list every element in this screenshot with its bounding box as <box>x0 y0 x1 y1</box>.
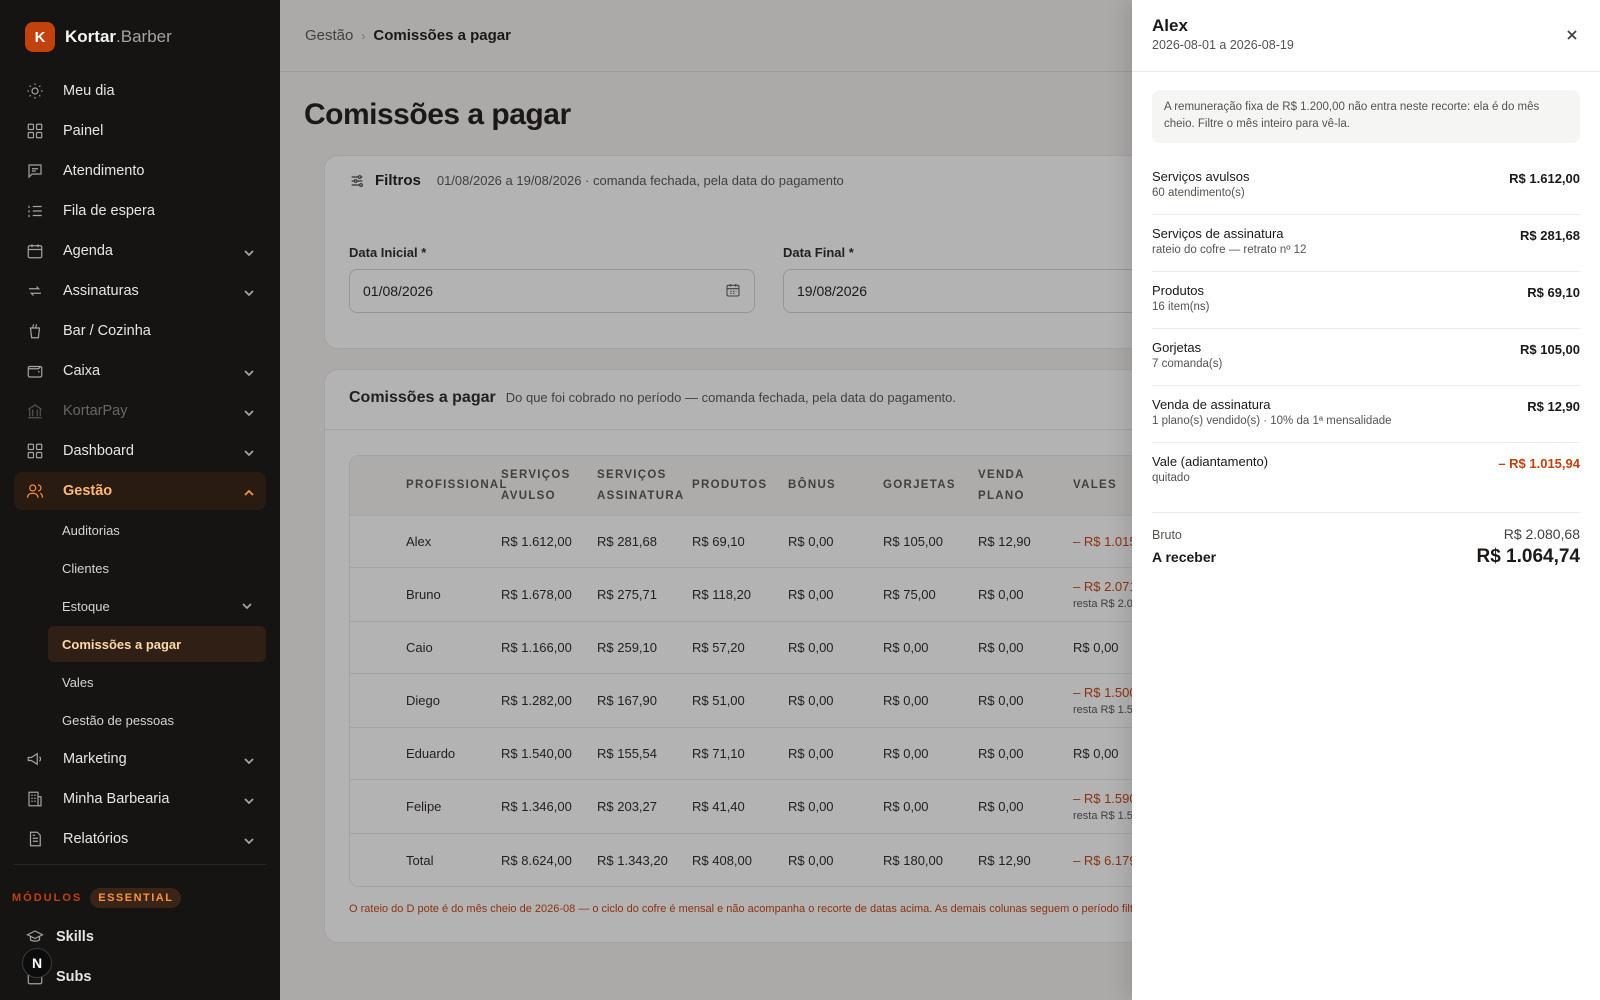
sidebar-item-relatorios[interactable]: Relatórios <box>14 820 266 858</box>
users-icon <box>26 482 44 500</box>
sidebar-item-kortarpay[interactable]: KortarPay <box>14 392 266 430</box>
brand-name: Kortar.Barber <box>65 27 172 46</box>
a-receber-row: A receber R$ 1.064,74 <box>1152 546 1580 567</box>
plan-badge: ESSENTIAL <box>90 888 182 908</box>
n-logo-icon[interactable]: N <box>22 948 52 978</box>
drawer-totals: Bruto R$ 2.080,68 A receber R$ 1.064,74 <box>1152 512 1580 568</box>
submenu-item-gestao-de-pessoas[interactable]: Gestão de pessoas <box>48 702 266 738</box>
sidebar-item-agenda[interactable]: Agenda <box>14 232 266 270</box>
sidebar-item-meu-dia[interactable]: Meu dia <box>14 72 266 110</box>
chevron-down-icon[interactable] <box>244 446 254 457</box>
sidebar-item-caixa[interactable]: Caixa <box>14 352 266 390</box>
graduation-cap-icon <box>26 930 44 942</box>
brand-logo: K <box>25 22 55 52</box>
sidebar-nav: Meu dia Painel Atendimento Fila de esper… <box>14 72 266 871</box>
bruto-row: Bruto R$ 2.080,68 <box>1152 526 1580 542</box>
close-icon[interactable] <box>1564 27 1580 43</box>
submenu-item-auditorias[interactable]: Auditorias <box>48 512 266 548</box>
list-item: Gorjetas 7 comanda(s) R$ 105,00 <box>1152 329 1580 386</box>
gestao-submenu: Auditorias Clientes Estoque Comissões a … <box>48 512 266 738</box>
sidebar-item-minha-barbearia[interactable]: Minha Barbearia <box>14 780 266 818</box>
megaphone-icon <box>26 750 44 768</box>
drawer-breakdown-list: Serviços avulsos 60 atendimento(s) R$ 1.6… <box>1152 158 1580 500</box>
list-item: Produtos 16 item(ns) R$ 69,10 <box>1152 272 1580 329</box>
chevron-down-icon[interactable] <box>244 834 254 845</box>
drawer-header: Alex 2026-08-01 a 2026-08-19 <box>1132 0 1600 72</box>
chevron-down-icon[interactable] <box>244 794 254 805</box>
modules-header: MÓDULOS ESSENTIAL <box>12 888 182 908</box>
list-item: Venda de assinatura 1 plano(s) vendido(s)… <box>1152 386 1580 443</box>
drawer-date-range: 2026-08-01 a 2026-08-19 <box>1152 38 1294 52</box>
repeat-icon <box>26 282 44 300</box>
sidebar-item-dashboard[interactable]: Dashboard <box>14 432 266 470</box>
document-icon <box>26 830 44 848</box>
sidebar-item-painel[interactable]: Painel <box>14 112 266 150</box>
chevron-down-icon[interactable] <box>244 246 254 257</box>
sidebar: K Kortar.Barber Meu dia Painel Atendimen… <box>0 0 280 1000</box>
list-item: Vale (adiantamento) quitado – R$ 1.015,94 <box>1152 454 1580 484</box>
chat-icon <box>26 162 44 180</box>
grid-icon <box>26 122 44 140</box>
chevron-up-icon[interactable] <box>244 486 254 496</box>
submenu-item-comissoes-a-pagar[interactable]: Comissões a pagar <box>48 626 266 662</box>
cup-icon <box>26 322 44 340</box>
module-item-skills[interactable]: Skills <box>26 928 94 946</box>
chevron-down-icon[interactable] <box>244 754 254 765</box>
list-icon <box>26 202 44 220</box>
commission-detail-drawer: Alex 2026-08-01 a 2026-08-19 A remuneraç… <box>1132 0 1600 1000</box>
grid-icon <box>26 442 44 460</box>
chevron-down-icon[interactable] <box>244 286 254 297</box>
chevron-down-icon[interactable] <box>244 366 254 377</box>
brand[interactable]: K Kortar.Barber <box>25 22 172 52</box>
wallet-icon <box>26 362 44 380</box>
sidebar-item-atendimento[interactable]: Atendimento <box>14 152 266 190</box>
list-item: Serviços de assinatura rateio do cofre — … <box>1152 215 1580 272</box>
drawer-notice: A remuneração fixa de R$ 1.200,00 não en… <box>1152 90 1580 143</box>
sidebar-item-gestao[interactable]: Gestão <box>14 472 266 510</box>
chevron-down-icon[interactable] <box>242 599 252 614</box>
list-item: Serviços avulsos 60 atendimento(s) R$ 1.6… <box>1152 158 1580 215</box>
submenu-item-clientes[interactable]: Clientes <box>48 550 266 586</box>
sidebar-item-assinaturas[interactable]: Assinaturas <box>14 272 266 310</box>
sidebar-item-bar-cozinha[interactable]: Bar / Cozinha <box>14 312 266 350</box>
building-icon <box>26 790 44 808</box>
sidebar-item-marketing[interactable]: Marketing <box>14 740 266 778</box>
calendar-icon <box>26 242 44 260</box>
submenu-item-vales[interactable]: Vales <box>48 664 266 700</box>
drawer-title: Alex <box>1152 16 1188 35</box>
chevron-down-icon[interactable] <box>244 406 254 417</box>
submenu-item-estoque[interactable]: Estoque <box>48 588 266 624</box>
sidebar-item-fila-de-espera[interactable]: Fila de espera <box>14 192 266 230</box>
sidebar-divider <box>14 864 266 865</box>
bank-icon <box>26 402 44 420</box>
sun-icon <box>26 82 44 100</box>
